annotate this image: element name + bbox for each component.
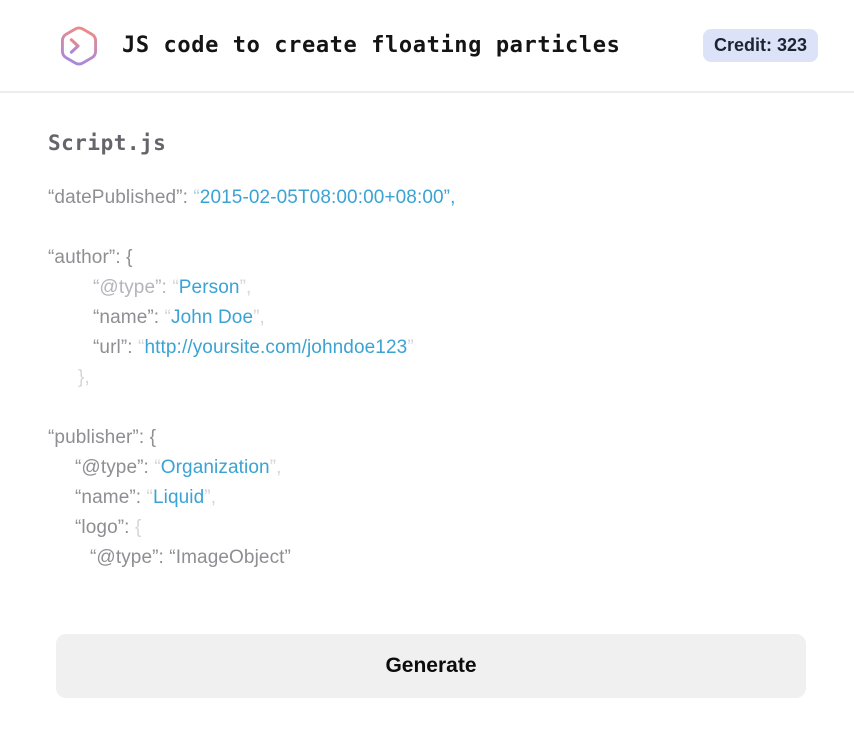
code-token: http://yoursite.com/johndoe123 [144,337,408,358]
code-token: “name”: [93,307,165,328]
app-header: JS code to create floating particles Cre… [0,0,854,93]
terminal-hexagon-icon [56,23,102,69]
code-token: “url”: [93,337,139,358]
code-line: }, [48,363,806,393]
code-token: ”, [204,487,217,508]
app-window: JS code to create floating particles Cre… [0,0,854,698]
code-token: “@type”: “ImageObject” [90,547,291,568]
code-token: ”, [239,277,252,298]
code-token: “name”: [75,487,147,508]
code-token: Person [178,277,240,298]
code-token: “publisher”: { [48,427,157,448]
code-token: }, [78,367,90,388]
code-token: Organization [160,457,270,478]
generate-button[interactable]: Generate [56,634,806,698]
code-token: ”, [253,307,265,328]
code-line: “name”: “John Doe”, [48,303,806,333]
content-area: Script.js “datePublished”: “2015-02-05T0… [0,131,854,698]
code-token: “datePublished”: [48,187,194,208]
code-token: “@type”: [93,277,173,298]
code-line: “datePublished”: “2015-02-05T08:00:00+08… [48,183,806,213]
page-title: JS code to create floating particles [122,33,621,58]
code-line: “@type”: “ImageObject” [48,543,806,573]
code-line: “logo”: { [48,513,806,543]
code-token: ”, [269,457,282,478]
code-token: 2015-02-05T08:00:00+08:00”, [199,187,456,208]
code-token: “@type”: [75,457,155,478]
credit-badge: Credit: 323 [702,29,818,62]
script-filename: Script.js [48,131,167,155]
code-line: “name”: “Liquid”, [48,483,806,513]
code-token: John Doe [170,307,254,328]
code-line: “@type”: “Person”, [48,273,806,303]
code-token: { [134,517,142,538]
code-token: ” [407,337,414,358]
code-output: “datePublished”: “2015-02-05T08:00:00+08… [48,183,806,573]
code-line: “url”: “http://yoursite.com/johndoe123” [48,333,806,363]
code-token: “author”: { [48,247,133,268]
code-line: “author”: { [48,243,806,273]
code-line: “@type”: “Organization”, [48,453,806,483]
code-token: “logo”: [75,517,135,538]
code-line: “publisher”: { [48,423,806,453]
code-token: Liquid [152,487,205,508]
